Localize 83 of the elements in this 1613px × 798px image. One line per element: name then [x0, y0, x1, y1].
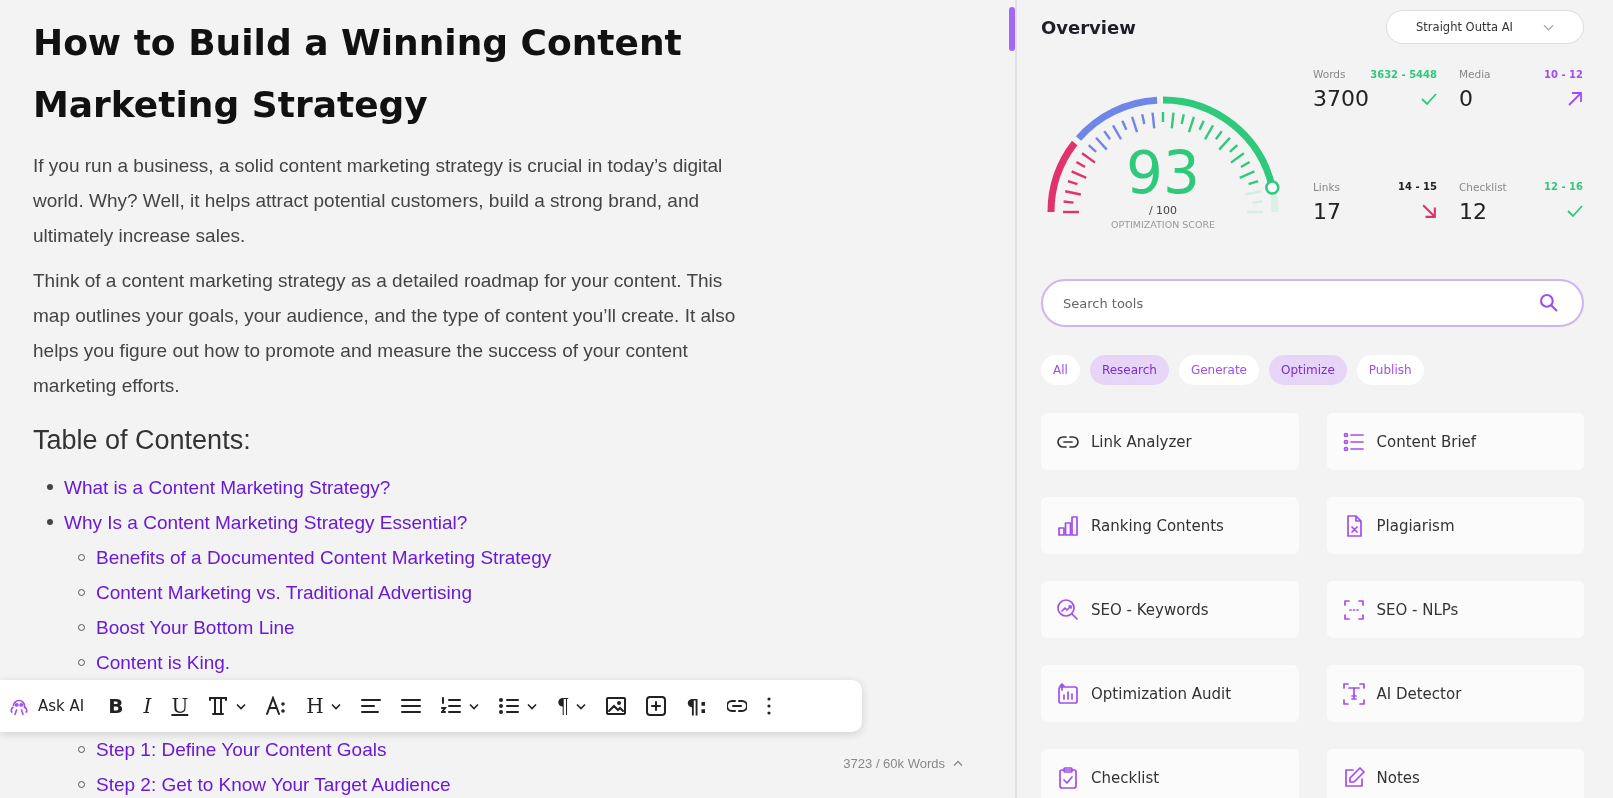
tool-card[interactable]: Plagiarism: [1326, 497, 1584, 554]
toc-heading: Table of Contents:: [33, 425, 252, 456]
justify-icon: [400, 696, 421, 716]
mode-dropdown[interactable]: Straight Outta AI: [1386, 10, 1584, 44]
stat-label: Media: [1459, 68, 1491, 80]
paragraph: If you run a business, a solid content marketing strategy is crucial in today’s digital world. Why? Well, it helps attract potential customers, build a strong brand, and ultimately increase sales.: [33, 154, 724, 248]
toc-link[interactable]: Content is King.: [96, 652, 231, 673]
format-button[interactable]: ¶:: [680, 690, 714, 722]
format-button[interactable]: U: [165, 690, 195, 722]
toc-link[interactable]: Step 1: Define Your Content Goals: [96, 739, 387, 760]
tool-card[interactable]: Content Brief: [1326, 413, 1584, 470]
stat-label: Checklist: [1459, 180, 1507, 193]
image-icon: [606, 696, 627, 716]
numbered-list-icon: [440, 696, 461, 716]
tool-card[interactable]: Checklist: [1041, 749, 1299, 798]
stat-value: 17: [1313, 198, 1341, 224]
score-label: OPTIMIZATION SCORE: [1110, 219, 1215, 230]
stat-range: 12 - 16: [1544, 181, 1583, 192]
more-icon: [767, 697, 772, 715]
tool-card[interactable]: AI Detector: [1326, 665, 1584, 722]
arrow-up-right-icon: [1567, 91, 1583, 106]
filter-chip[interactable]: Publish: [1356, 355, 1424, 385]
stat-range: 3632 - 5448: [1370, 68, 1437, 80]
search-field[interactable]: Search tools: [1041, 279, 1584, 327]
tool-card[interactable]: SEO - Keywords: [1041, 581, 1299, 638]
magnifier-trend-icon: [1057, 598, 1079, 621]
toc-link[interactable]: Step 2: Get to Know Your Target Audience: [96, 774, 451, 795]
scroll-indicator: [1009, 7, 1015, 51]
ask-ai-button[interactable]: Ask AI: [2, 690, 95, 722]
check-icon: [1421, 91, 1437, 106]
tool-card[interactable]: Ranking Contents: [1041, 497, 1299, 554]
caret-up-icon[interactable]: [953, 760, 963, 767]
tool-card[interactable]: Link Analyzer: [1041, 413, 1299, 470]
article-title: How to Build a Winning Content Marketing Strategy: [33, 21, 683, 127]
filter-chip[interactable]: All: [1041, 355, 1080, 385]
paragraph: Think of a content marketing strategy as a detailed roadmap for your content. This map outlines your goals, your audience, and the type of content you’ll create. It also helps you figure out how to promote and measure the success of your content marketing efforts.: [33, 269, 737, 398]
toc-link[interactable]: What is a Content Marketing Strategy?: [64, 477, 391, 498]
toc-link[interactable]: Boost Your Bottom Line: [96, 617, 295, 638]
plus-square-icon: [646, 696, 667, 716]
stat-label: Words: [1313, 68, 1346, 80]
format-button[interactable]: H: [300, 690, 347, 722]
search-icon[interactable]: [1540, 294, 1558, 312]
filter-chip[interactable]: Generate: [1178, 355, 1259, 385]
clipboard-check-icon: [1057, 766, 1079, 789]
arrow-down-right-icon: [1421, 204, 1437, 218]
caret-icon: [330, 702, 341, 710]
font-icon: [208, 696, 229, 716]
align-left-icon: [360, 696, 381, 716]
list-icon: [1342, 430, 1365, 453]
caret-icon: [576, 702, 587, 710]
stat-value: 3700: [1313, 86, 1369, 111]
filter-chip[interactable]: Optimize: [1269, 355, 1347, 385]
stat-label: Links: [1313, 180, 1340, 193]
bullet-list-icon: [498, 696, 519, 716]
stat-range: 10 - 12: [1544, 68, 1583, 80]
text-size-icon: [266, 696, 287, 716]
check-icon: [1567, 204, 1583, 218]
format-button[interactable]: I: [137, 690, 158, 722]
score-max: / 100: [1148, 204, 1178, 217]
score-value: 93: [1126, 142, 1200, 204]
stat-value: 0: [1459, 86, 1473, 111]
format-button[interactable]: B: [102, 690, 130, 722]
toc-link[interactable]: Content Marketing vs. Traditional Advertising: [96, 582, 472, 603]
toc-link[interactable]: Why Is a Content Marketing Strategy Essential?: [64, 512, 468, 533]
filter-chip[interactable]: Research: [1089, 355, 1169, 385]
chevron-down-icon: [1542, 23, 1554, 31]
bullet-icon: [47, 484, 53, 491]
caret-icon: [468, 702, 479, 710]
caret-icon: [526, 702, 537, 710]
tool-card[interactable]: Notes: [1326, 749, 1584, 798]
tool-card[interactable]: SEO - NLPs: [1326, 581, 1584, 638]
stat-range: 14 - 15: [1398, 181, 1437, 192]
text-scan-icon: [1342, 682, 1365, 705]
word-count: 3723 / 60k Words: [843, 756, 945, 771]
caret-icon: [236, 702, 247, 710]
dashed-frame-icon: [1342, 598, 1365, 621]
bar-chart-icon: [1057, 514, 1079, 537]
tool-card[interactable]: Optimization Audit: [1041, 665, 1299, 722]
bullet-icon: [47, 519, 53, 526]
stat-value: 12: [1459, 198, 1487, 224]
format-button[interactable]: ¶: [550, 690, 593, 722]
panel-title: Overview: [1041, 16, 1136, 38]
toc-link[interactable]: Benefits of a Documented Content Marketing Strategy: [96, 547, 552, 568]
